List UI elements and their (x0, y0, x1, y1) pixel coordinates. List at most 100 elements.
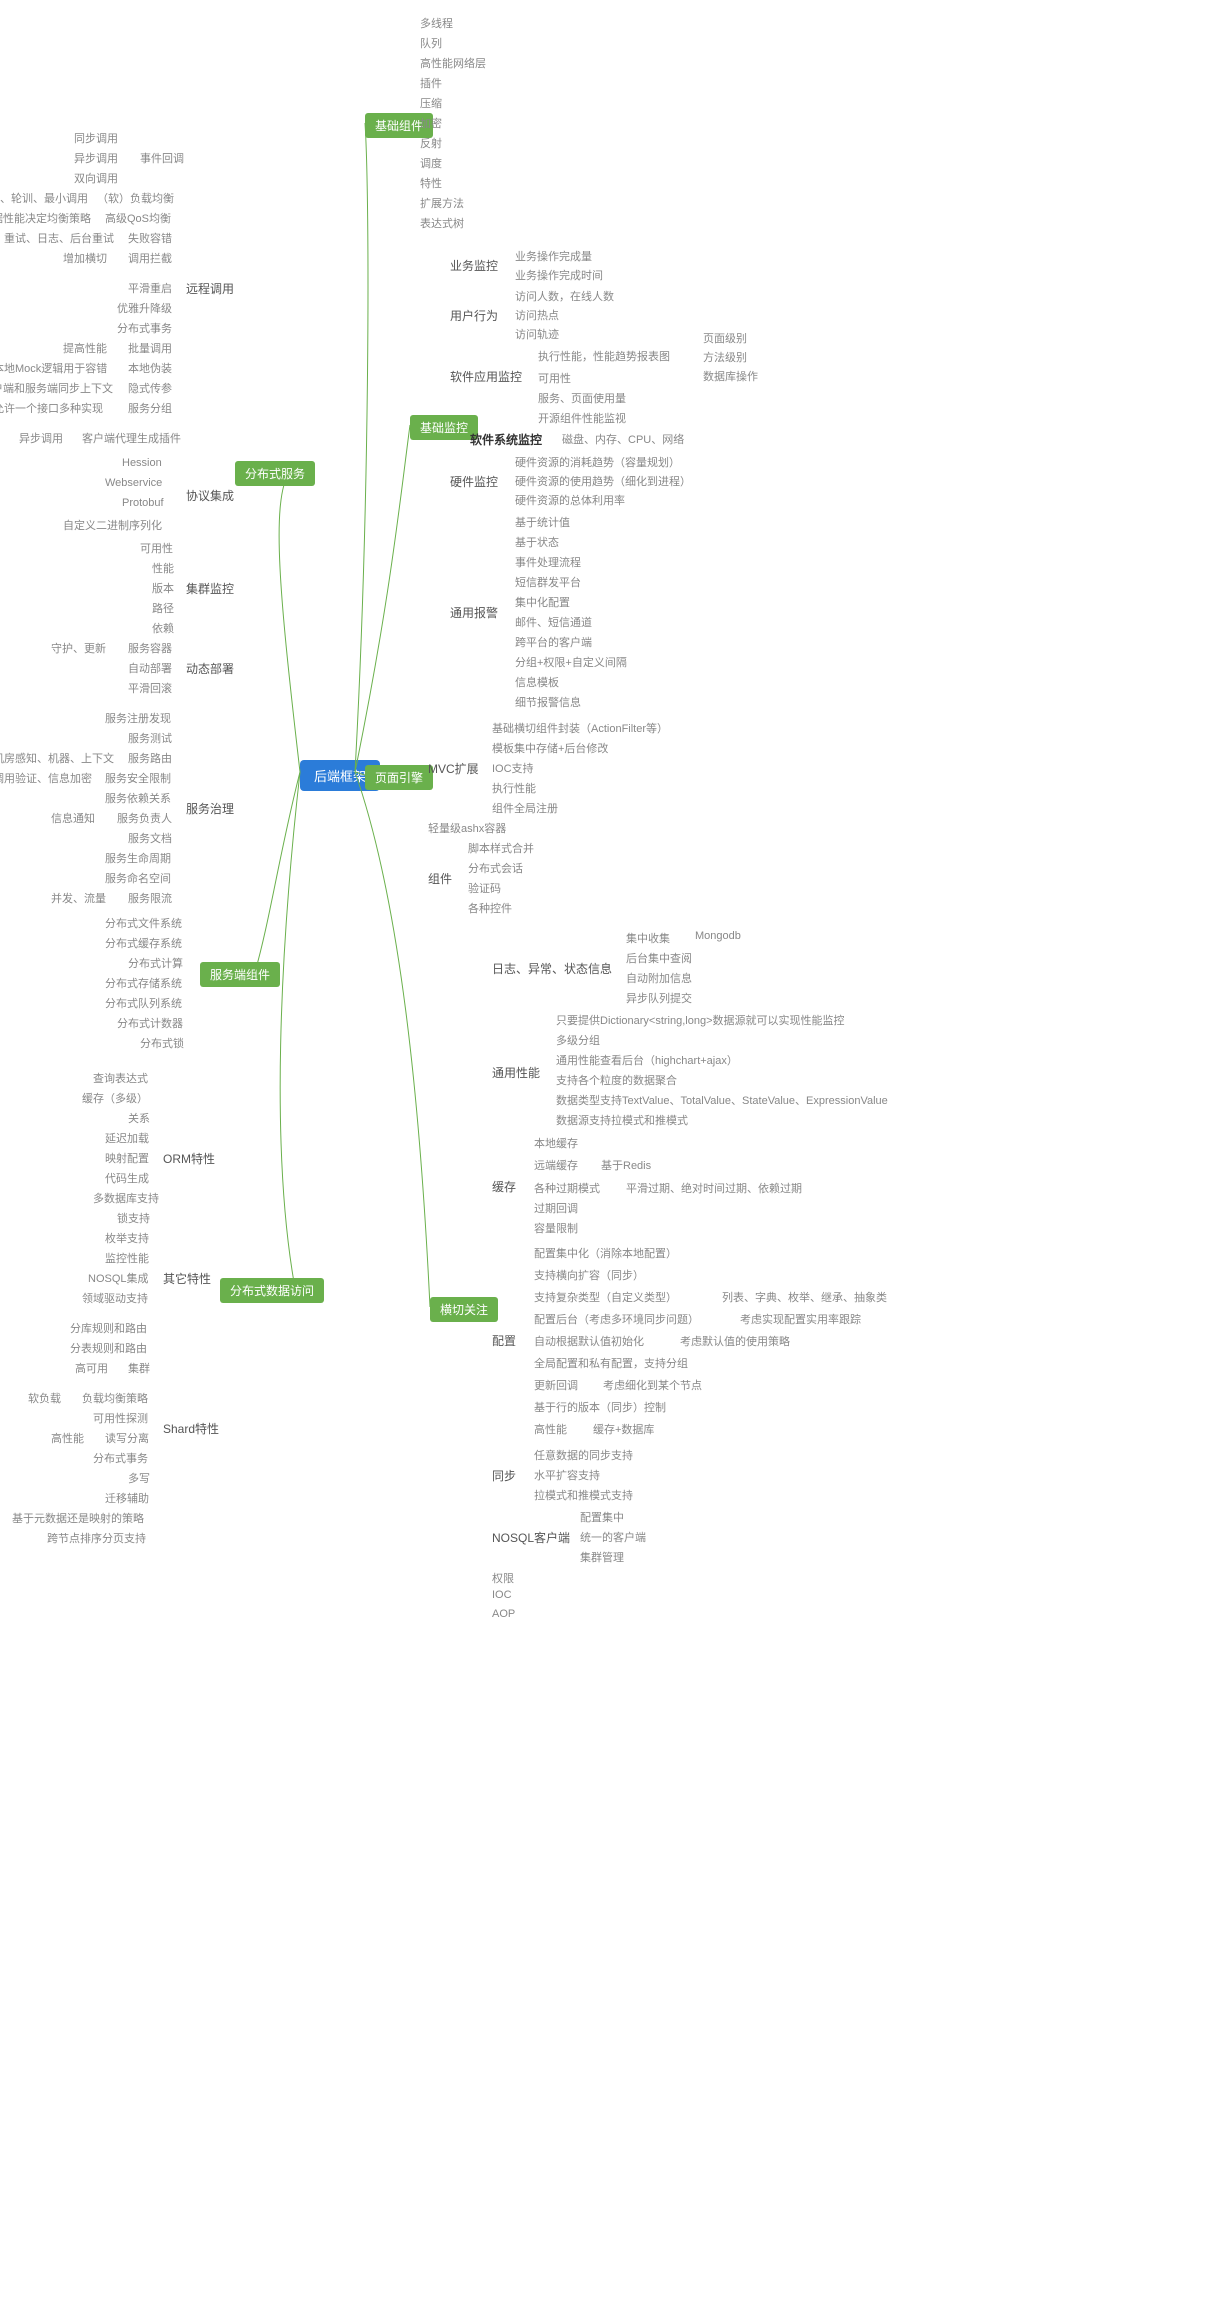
mon-hw-1: 硬件资源的使用趋势（细化到进程） (515, 473, 691, 489)
branch-dist-svc[interactable]: 分布式服务 (235, 461, 315, 486)
sc-3: 分布式存储系统 (105, 975, 182, 991)
dd-shard-rw: 读写分离 (105, 1430, 149, 1446)
dd-orm-2: 关系 (128, 1110, 150, 1126)
ds-deploy-1: 平滑回滚 (128, 680, 172, 696)
ds-cluster-4: 依赖 (152, 620, 174, 636)
cc-log: 日志、异常、状态信息 (492, 960, 612, 977)
cc-log-mongo: Mongodb (695, 930, 741, 942)
ds-gov-4: 服务生命周期 (105, 850, 171, 866)
branch-cross-cut[interactable]: 横切关注 (430, 1297, 498, 1322)
cc-cache-expire-note: 平滑过期、绝对时间过期、依赖过期 (626, 1180, 802, 1196)
cc-perf-1: 多级分组 (556, 1032, 600, 1048)
ds-deploy-0: 自动部署 (128, 660, 172, 676)
mon-app-0: 可用性 (538, 370, 571, 386)
cc-cache-remote-note: 基于Redis (601, 1157, 651, 1173)
cc-cfg-hp-note: 缓存+数据库 (593, 1421, 654, 1437)
cc-perf: 通用性能 (492, 1064, 540, 1081)
pe-comp-0: 脚本样式合并 (468, 840, 534, 856)
mon-biz-0: 业务操作完成量 (515, 248, 592, 264)
ds-gov-sec-note: 调用验证、信息加密 (0, 770, 92, 786)
ds-remote: 远程调用 (186, 280, 234, 297)
cc-log-2: 自动附加信息 (626, 970, 692, 986)
ds-proto-0: Hession (122, 457, 162, 469)
cc-cfg-backend: 配置后台（考虑多环境同步问题） (534, 1311, 699, 1327)
cc-perf-2: 通用性能查看后台（highchart+ajax） (556, 1052, 738, 1068)
ds-remote-imp: 隐式传参 (128, 380, 172, 396)
ds-proto: 协议集成 (186, 487, 234, 504)
pe-mvc-1: 模板集中存储+后台修改 (492, 740, 608, 756)
ds-deploy: 动态部署 (186, 660, 234, 677)
pe-comp-1: 分布式会话 (468, 860, 523, 876)
dd-orm-7: 锁支持 (117, 1210, 150, 1226)
ds-remote-inter-note: 增加横切 (63, 250, 107, 266)
basiccomp-9: 扩展方法 (420, 195, 464, 211)
ds-proto-2: Protobuf (122, 497, 164, 509)
cc-other-0: 权限 (492, 1570, 514, 1586)
ds-remote-lb: （软）负载均衡 (97, 190, 174, 206)
ds-remote-1: 优雅升降级 (117, 300, 172, 316)
mon-app-1: 服务、页面使用量 (538, 390, 626, 406)
ds-gov-route-note: 机房感知、机器、上下文 (0, 750, 114, 766)
pe-mvc-3: 执行性能 (492, 780, 536, 796)
ds-gov-route: 服务路由 (128, 750, 172, 766)
mon-alarm-9: 细节报警信息 (515, 694, 581, 710)
ds-remote-cb-2: 双向调用 (74, 170, 118, 186)
sc-6: 分布式锁 (140, 1035, 184, 1051)
sc-2: 分布式计算 (128, 955, 183, 971)
ds-remote-imp-note: 客户端和服务端同步上下文 (0, 380, 113, 396)
cc-nosql-1: 统一的客户端 (580, 1529, 646, 1545)
cc-cache-cb: 过期回调 (534, 1200, 578, 1216)
ds-remote-mock: 本地伪装 (128, 360, 172, 376)
dd-orm-8: 枚举支持 (105, 1230, 149, 1246)
pe-mvc-0: 基础横切组件封装（ActionFilter等） (492, 720, 668, 736)
dd-orm-6: 多数据库支持 (93, 1190, 159, 1206)
mon-sys: 软件系统监控 (470, 431, 542, 448)
basiccomp-3: 插件 (420, 75, 442, 91)
sc-5: 分布式计数器 (117, 1015, 183, 1031)
ds-proto-1: Webservice (105, 477, 162, 489)
cc-perf-5: 数据源支持拉模式和推模式 (556, 1112, 688, 1128)
mon-alarm-1: 基于状态 (515, 534, 559, 550)
basiccomp-5: 加密 (420, 115, 442, 131)
mon-app-perf-2: 数据库操作 (703, 368, 758, 384)
cc-sync-0: 任意数据的同步支持 (534, 1447, 633, 1463)
mon-app-perf-1: 方法级别 (703, 349, 747, 365)
ds-remote-qos-note: 根据性能决定均衡策略 (0, 210, 91, 226)
mon-alarm-3: 短信群发平台 (515, 574, 581, 590)
ds-cluster-3: 路径 (152, 600, 174, 616)
dd-other-2: 领域驱动支持 (82, 1290, 148, 1306)
branch-page-engine[interactable]: 页面引擎 (365, 765, 433, 790)
cc-cfg-0: 配置集中化（消除本地配置） (534, 1245, 677, 1261)
ds-gov: 服务治理 (186, 800, 234, 817)
branch-basic-mon[interactable]: 基础监控 (410, 415, 478, 440)
ds-remote-grp: 服务分组 (128, 400, 172, 416)
ds-gov-owner-note: 信息通知 (51, 810, 95, 826)
dd-shard-cluster-note: 高可用 (75, 1360, 108, 1376)
cc-cache-remote: 远端缓存 (534, 1157, 578, 1173)
branch-svc-comp[interactable]: 服务端组件 (200, 962, 280, 987)
dd-shard-3: 多写 (128, 1470, 150, 1486)
mon-alarm-6: 跨平台的客户端 (515, 634, 592, 650)
branch-dist-data[interactable]: 分布式数据访问 (220, 1278, 324, 1303)
cc-perf-3: 支持各个粒度的数据聚合 (556, 1072, 677, 1088)
cc-cfg-backend-note: 考虑实现配置实用率跟踪 (740, 1311, 861, 1327)
ds-remote-mock-note: 本地Mock逻辑用于容错 (0, 360, 107, 376)
dd-shard-lb: 负载均衡策略 (82, 1390, 148, 1406)
ds-gov-5: 服务命名空间 (105, 870, 171, 886)
mon-sys-0: 磁盘、内存、CPU、网络 (562, 431, 684, 447)
cc-log-0: 集中收集 (626, 930, 670, 946)
basiccomp-0: 多线程 (420, 15, 453, 31)
ds-remote-grp-note: 允许一个接口多种实现 (0, 400, 103, 416)
cc-cfg-group: 全局配置和私有配置，支持分组 (534, 1355, 688, 1371)
ds-gov-limit: 服务限流 (128, 890, 172, 906)
cc-cfg-update-note: 考虑细化到某个节点 (603, 1377, 702, 1393)
ds-remote-inter: 调用拦截 (128, 250, 172, 266)
dd-shard-rw-note: 高性能 (51, 1430, 84, 1446)
ds-gov-owner: 服务负责人 (117, 810, 172, 826)
dd-orm-4: 映射配置 (105, 1150, 149, 1166)
ds-remote-fail-note: 重试、日志、后台重试 (4, 230, 114, 246)
cc-cfg-auto-note: 考虑默认值的使用策略 (680, 1333, 790, 1349)
ds-proto-3: 自定义二进制序列化 (63, 517, 162, 533)
ds-remote-fail: 失败容错 (128, 230, 172, 246)
dd-orm-1: 缓存（多级） (82, 1090, 148, 1106)
